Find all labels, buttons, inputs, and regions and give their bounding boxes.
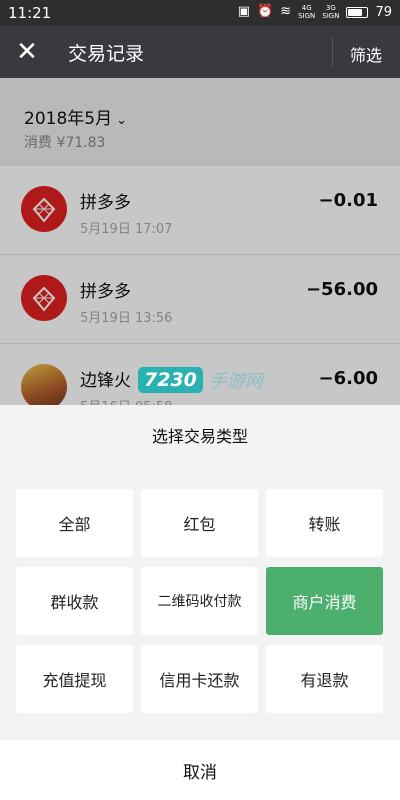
option-red-packet[interactable]: 红包 (141, 489, 258, 557)
option-topup-withdraw[interactable]: 充值提现 (16, 645, 133, 713)
notification-icon: ▣ (237, 4, 251, 19)
option-merchant[interactable]: 商户消费 (266, 567, 383, 635)
signal-3g-icon: 3G SIGN (322, 4, 340, 20)
dim-overlay[interactable] (0, 78, 400, 405)
status-bar: 11:21 ▣ ⏰ ≋ 4G SIGN 3G SIGN 79 (0, 0, 400, 26)
type-option-grid: 全部 红包 转账 群收款 二维码收付款 商户消费 充值提现 信用卡还款 有退款 (16, 489, 383, 713)
close-button[interactable]: ✕ (12, 37, 42, 67)
filter-button[interactable]: 筛选 (350, 42, 382, 66)
watermark-text: 手游网 (208, 371, 263, 392)
option-all[interactable]: 全部 (16, 489, 133, 557)
status-icons: ▣ ⏰ ≋ 4G SIGN 3G SIGN 79 (238, 3, 392, 21)
option-credit-card[interactable]: 信用卡还款 (141, 645, 258, 713)
title-bar: ✕ 交易记录 筛选 (0, 26, 400, 78)
battery-fill (348, 8, 363, 16)
option-group-collect[interactable]: 群收款 (16, 567, 133, 635)
battery-icon (346, 6, 369, 18)
signal-4g-icon: 4G SIGN (298, 4, 316, 20)
watermark-badge: 7230 (138, 367, 203, 393)
sheet-title: 选择交易类型 (151, 427, 248, 446)
watermark: 7230 手游网 (138, 364, 263, 396)
option-refund[interactable]: 有退款 (266, 645, 383, 713)
wifi-icon: ≋ (280, 4, 292, 19)
status-time: 11:21 (8, 4, 52, 22)
battery-level: 79 (375, 4, 392, 20)
option-qr-payment[interactable]: 二维码收付款 (141, 567, 258, 635)
cancel-button[interactable]: 取消 (0, 740, 400, 800)
close-icon: ✕ (16, 37, 38, 67)
option-transfer[interactable]: 转账 (266, 489, 383, 557)
alarm-icon: ⏰ (257, 4, 274, 19)
page-title: 交易记录 (68, 43, 145, 65)
transaction-type-sheet: 选择交易类型 全部 红包 转账 群收款 二维码收付款 商户消费 充值提现 信用卡… (0, 405, 400, 800)
title-divider (332, 38, 333, 66)
